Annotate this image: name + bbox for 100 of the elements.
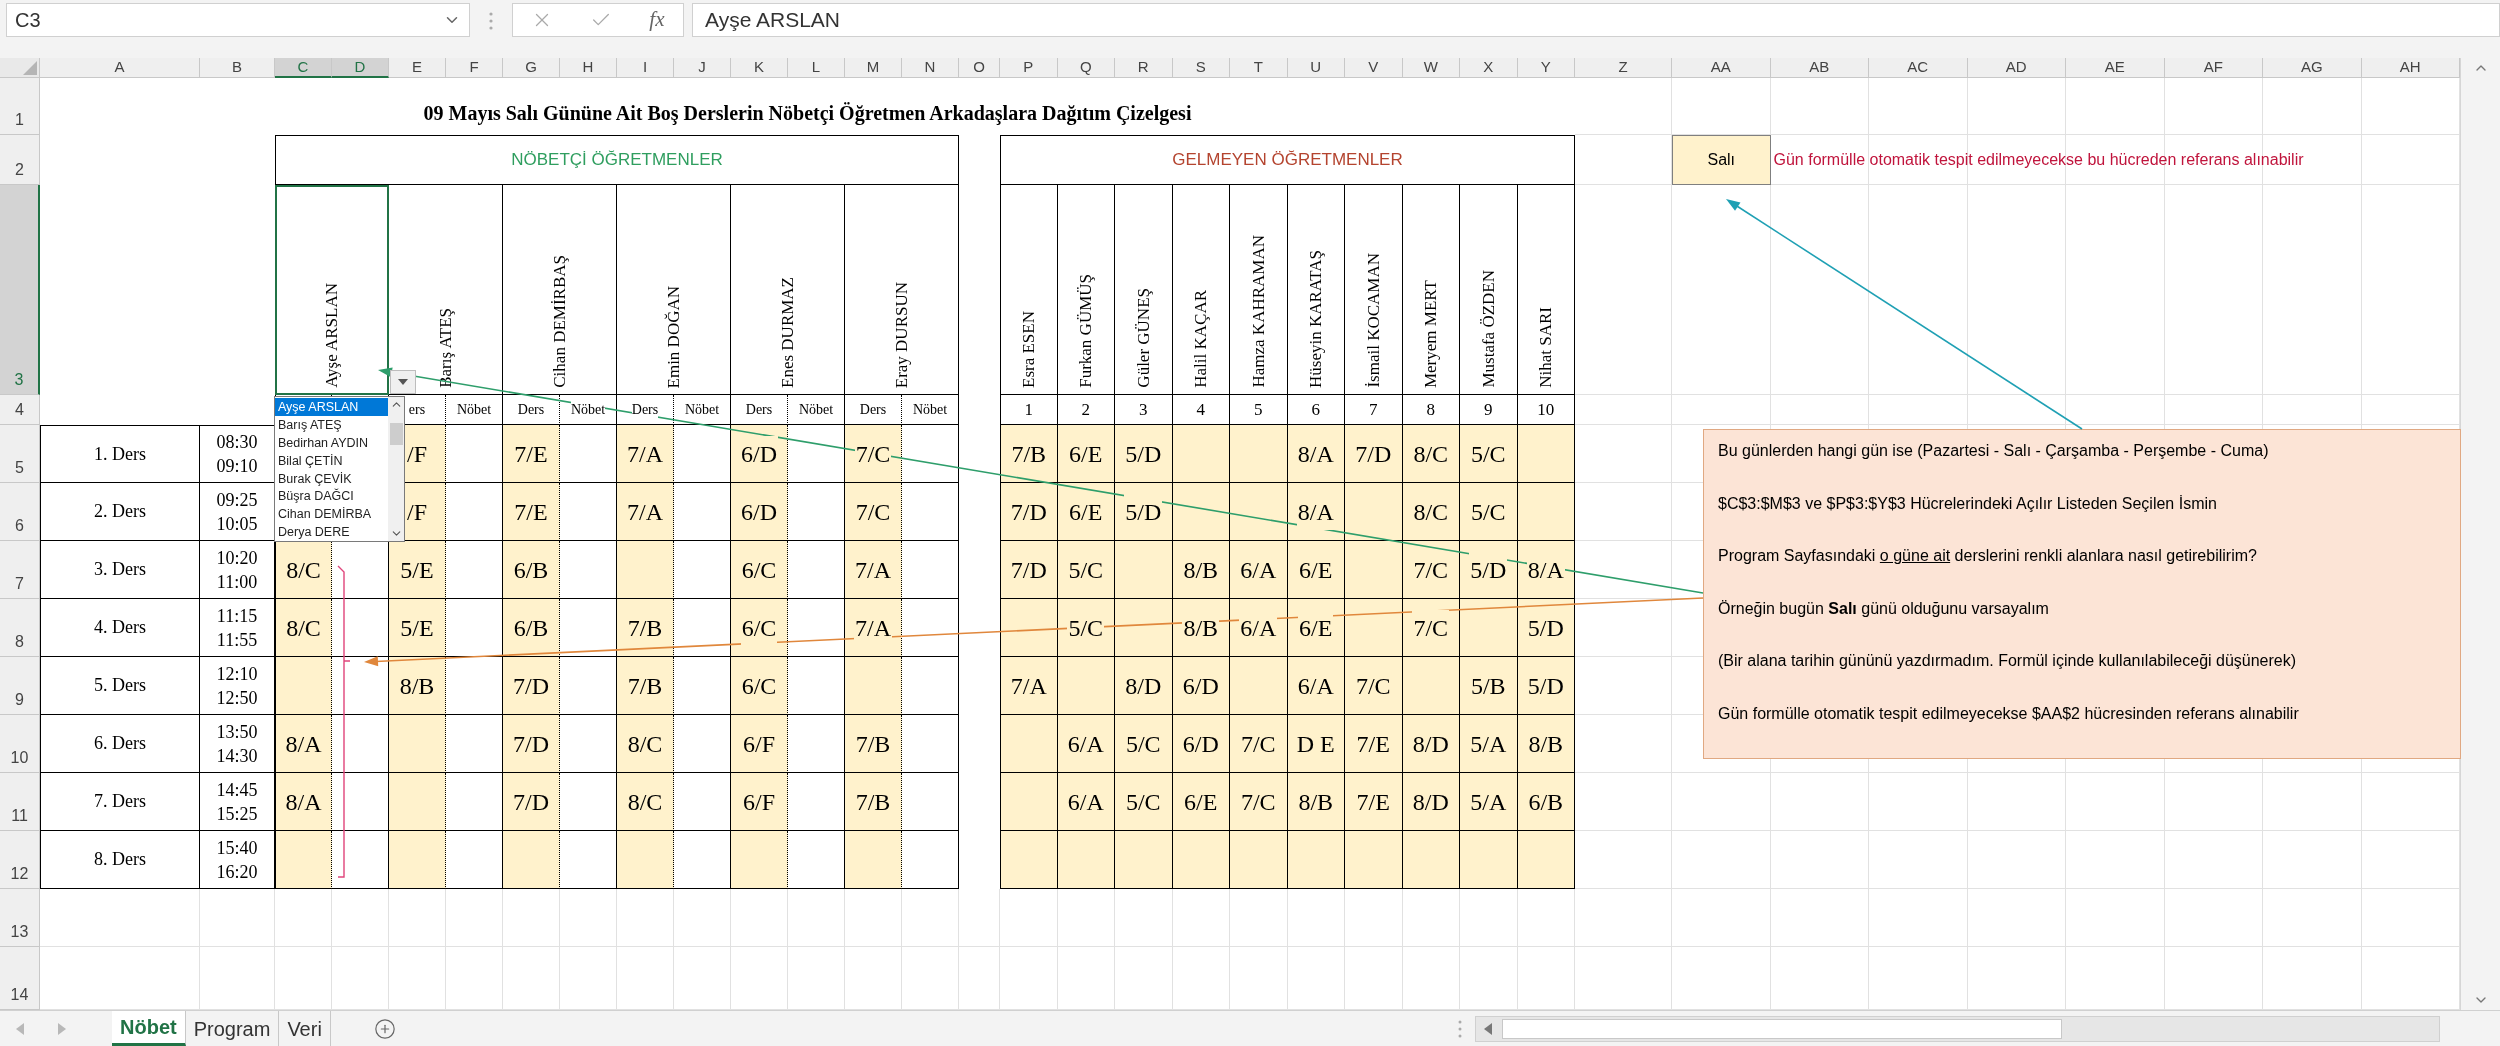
column-header[interactable]: E <box>389 58 446 78</box>
column-header[interactable]: J <box>674 58 731 78</box>
table-cell: D E <box>1287 715 1345 773</box>
column-header[interactable]: G <box>503 58 560 78</box>
table-cell: 7/A <box>1000 657 1058 715</box>
table-cell: 8/B <box>1172 541 1230 599</box>
table-cell: 7/E <box>503 483 560 541</box>
column-header[interactable]: B <box>200 58 275 78</box>
table-cell: 7/D <box>503 657 560 715</box>
table-cell: 8/A <box>1287 425 1345 483</box>
column-header[interactable]: N <box>902 58 959 78</box>
sheet-tab[interactable]: Program <box>185 1011 280 1046</box>
column-header[interactable]: AG <box>2263 58 2362 78</box>
table-cell: 8/B <box>1172 599 1230 657</box>
table-cell: 5/A <box>1460 715 1518 773</box>
column-header[interactable]: A <box>40 58 200 78</box>
column-header[interactable]: Q <box>1057 58 1115 78</box>
start-time: 10:20 <box>216 546 258 570</box>
start-time: 14:45 <box>216 778 258 802</box>
row-label: 3. Ders <box>40 541 200 599</box>
table-cell: 6/A <box>1230 599 1288 657</box>
column-header[interactable]: I <box>617 58 674 78</box>
table-cell: 7/C <box>845 425 902 483</box>
table-heading: NÖBETÇİ ÖĞRETMENLER <box>275 135 959 185</box>
column-header[interactable]: M <box>845 58 902 78</box>
list-item[interactable]: Bilal ÇETİN <box>275 451 388 470</box>
sheet-tab[interactable]: Nöbet <box>112 1011 186 1046</box>
column-header[interactable]: Z <box>1575 58 1672 78</box>
list-item[interactable]: Bedirhan AYDIN <box>275 433 388 452</box>
table-heading: GELMEYEN ÖĞRETMENLER <box>1000 135 1575 185</box>
column-header[interactable]: H <box>560 58 617 78</box>
table-cell: 6/D <box>731 483 788 541</box>
row-header[interactable]: 1 <box>0 78 40 135</box>
column-header[interactable]: L <box>788 58 845 78</box>
column-header[interactable]: W <box>1402 58 1460 78</box>
column-header: 9 <box>1460 395 1518 425</box>
insert-function-button[interactable]: fx <box>649 4 665 36</box>
list-item[interactable]: Cihan DEMİRBA <box>275 505 388 524</box>
column-header[interactable]: AD <box>1967 58 2066 78</box>
row-header[interactable]: 14 <box>0 947 40 1010</box>
table-cell: 7/E <box>503 425 560 483</box>
column-header[interactable]: T <box>1230 58 1288 78</box>
table-cell: 8/D <box>1402 715 1460 773</box>
column-header[interactable]: U <box>1287 58 1345 78</box>
list-item[interactable]: Büşra DAĞCI <box>275 487 388 506</box>
end-time: 09:10 <box>216 455 258 478</box>
column-header[interactable]: AC <box>1869 58 1968 78</box>
column-header[interactable]: P <box>1000 58 1058 78</box>
column-header[interactable]: K <box>731 58 788 78</box>
column-header: Ayşe ARSLAN <box>275 185 389 395</box>
row-header[interactable]: 3 <box>0 185 40 395</box>
column-header[interactable]: O <box>959 58 1000 78</box>
column-header[interactable]: R <box>1115 58 1173 78</box>
row-header[interactable]: 10 <box>0 715 40 773</box>
name-box[interactable]: C3 <box>6 3 470 37</box>
row-header[interactable]: 11 <box>0 773 40 831</box>
list-item[interactable]: Derya DERE <box>275 523 388 541</box>
note-text: Program Sayfasındaki o güne ait derslerini renkli alanlara nasıl getirebilirim? <box>1718 546 2257 566</box>
row-header[interactable]: 12 <box>0 831 40 889</box>
table-cell: 8/C <box>617 773 674 831</box>
row-header[interactable]: 7 <box>0 541 40 599</box>
list-item[interactable]: Ayşe ARSLAN <box>275 398 388 416</box>
column-header[interactable]: AA <box>1672 58 1771 78</box>
column-header[interactable]: AE <box>2066 58 2165 78</box>
row-header[interactable]: 2 <box>0 135 40 185</box>
table-cell: 8/B <box>1287 773 1345 831</box>
list-item[interactable]: Barış ATEŞ <box>275 415 388 434</box>
row-label: 2. Ders <box>40 483 200 541</box>
row-label: 5. Ders <box>40 657 200 715</box>
column-header[interactable]: F <box>446 58 503 78</box>
column-header[interactable]: V <box>1345 58 1403 78</box>
column-header[interactable]: AF <box>2164 58 2263 78</box>
column-header[interactable]: Y <box>1517 58 1575 78</box>
row-header[interactable]: 6 <box>0 483 40 541</box>
sheet-tab[interactable]: Veri <box>279 1011 331 1046</box>
row-label: 7. Ders <box>40 773 200 831</box>
table-cell: 7/B <box>845 773 902 831</box>
table-cell: 6/E <box>1057 483 1115 541</box>
column-header: 6 <box>1287 395 1345 425</box>
column-header[interactable]: S <box>1172 58 1230 78</box>
column-header[interactable]: AH <box>2361 58 2460 78</box>
column-header[interactable]: D <box>332 58 389 78</box>
table-cell: 8/A <box>1517 541 1575 599</box>
table-cell: 6/A <box>1230 541 1288 599</box>
list-item[interactable]: Burak ÇEVİK <box>275 469 388 488</box>
row-header[interactable]: 9 <box>0 657 40 715</box>
row-header[interactable]: 4 <box>0 395 40 425</box>
row-header[interactable]: 8 <box>0 599 40 657</box>
formula-field[interactable]: Ayşe ARSLAN <box>692 3 2500 37</box>
table-cell: 5/D <box>1115 425 1173 483</box>
column-header: Güler GÜNEŞ <box>1115 185 1173 395</box>
column-header[interactable]: C <box>275 58 332 78</box>
column-header[interactable]: X <box>1460 58 1518 78</box>
start-time: 11:15 <box>216 604 258 628</box>
row-header[interactable]: 5 <box>0 425 40 483</box>
column-header[interactable]: AB <box>1770 58 1869 78</box>
column-header: Eray DURSUN <box>845 185 959 395</box>
row-header[interactable]: 13 <box>0 889 40 947</box>
table-cell: 7/D <box>1345 425 1403 483</box>
table-cell: 5/E <box>389 541 446 599</box>
